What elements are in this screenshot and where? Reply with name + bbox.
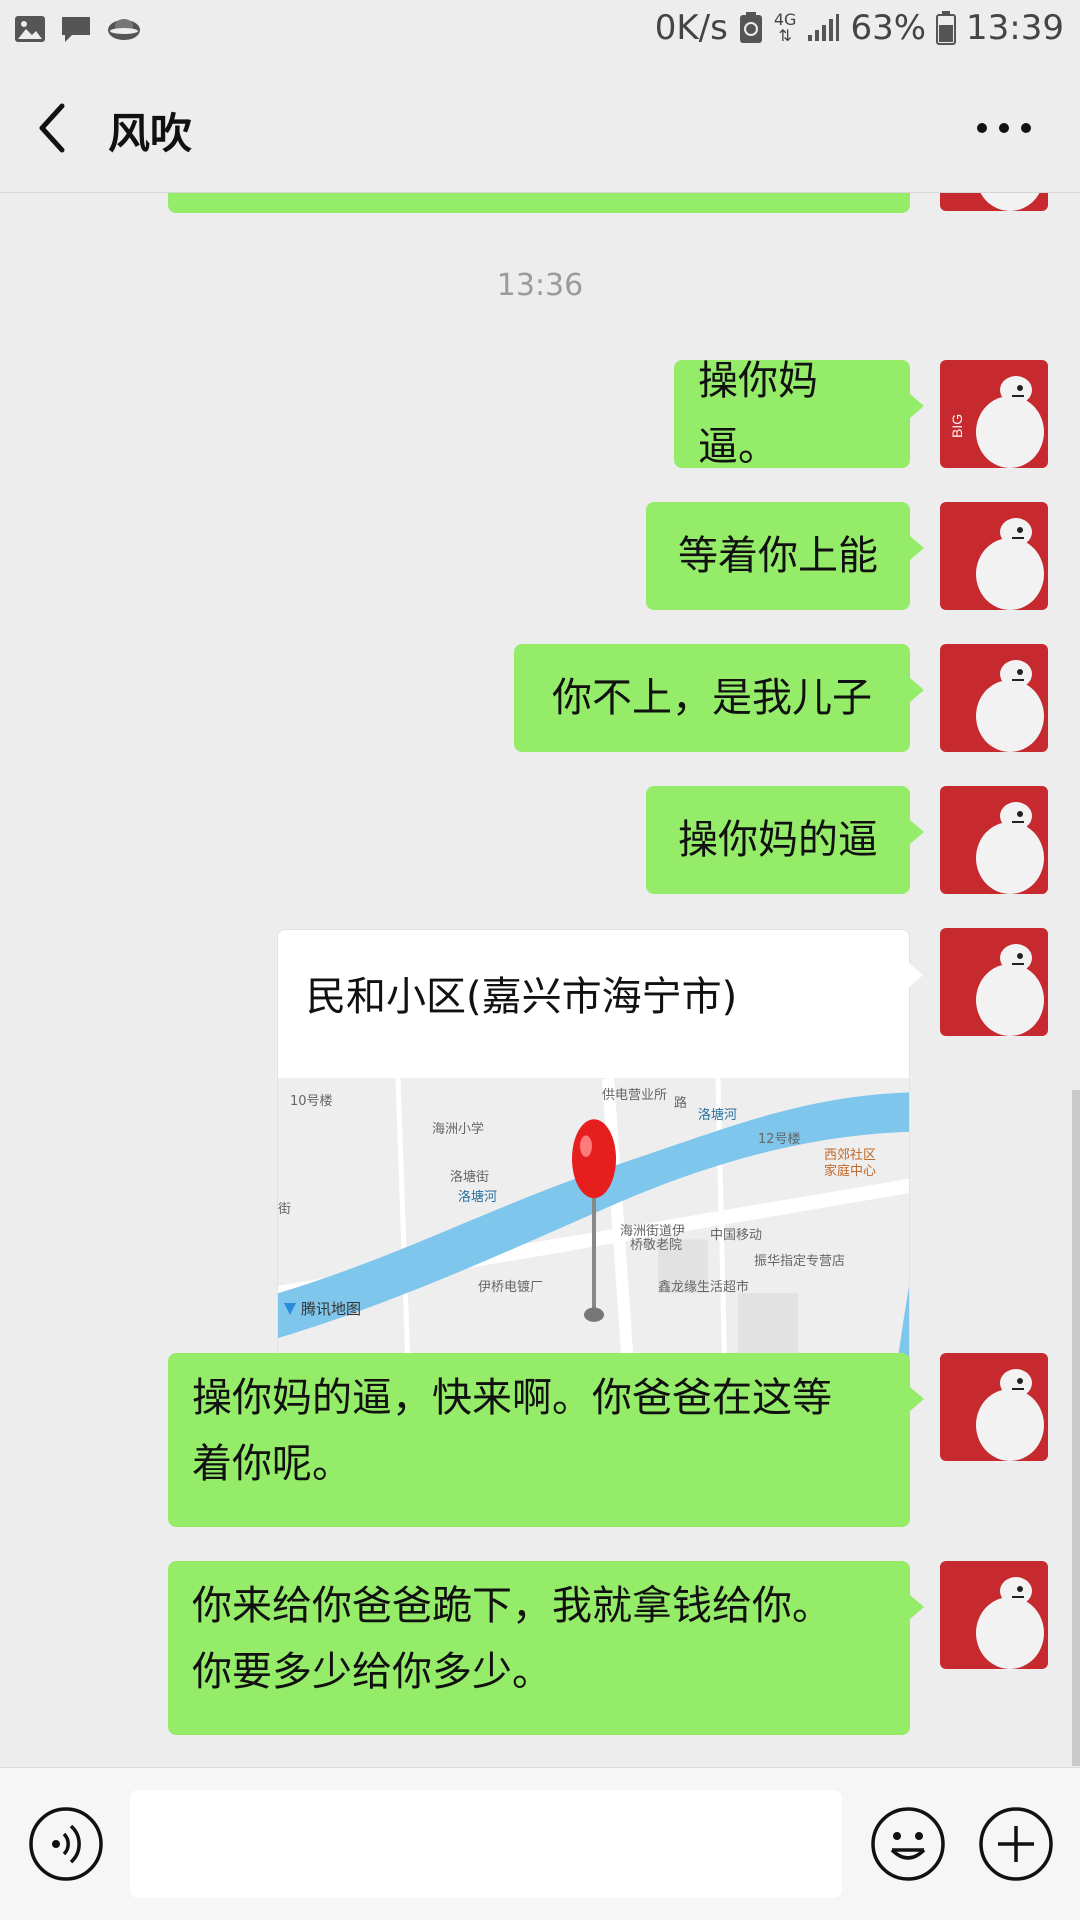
status-bar: 0K/s 4G ⇅ 63% 13:39 (0, 0, 1080, 64)
map-label: 家庭中心 (824, 1164, 877, 1179)
avatar-image (940, 502, 1048, 610)
message-bubble[interactable]: 操你妈逼。 (674, 358, 924, 470)
map-label: 12号楼 (758, 1132, 801, 1147)
avatar-image (940, 644, 1048, 752)
battery-saver-icon (739, 12, 762, 43)
map-label: 路 (674, 1096, 688, 1111)
more-dots-icon[interactable] (976, 122, 1032, 134)
map-label: 10号楼 (290, 1094, 333, 1109)
message-text-line: 你要多少给你多少。 (192, 1649, 552, 1695)
avatar[interactable] (940, 644, 1048, 752)
avatar-image: BIG (940, 360, 1048, 468)
avatar[interactable] (940, 1353, 1048, 1461)
battery-icon (936, 11, 957, 45)
map-label: 洛塘河 (698, 1108, 738, 1123)
avatar-image (940, 1561, 1048, 1669)
emoji-icon[interactable] (870, 1806, 946, 1882)
data-arrows-icon: ⇅ (778, 26, 792, 45)
message-text-line: 你来给你爸爸跪下，我就拿钱给你。 (192, 1583, 832, 1629)
map-label: 振华指定专营店 (754, 1254, 846, 1269)
nav-bar: 风吹 (0, 64, 1080, 192)
plus-icon[interactable] (978, 1806, 1054, 1882)
message-text: 操你妈逼。 (698, 358, 818, 470)
clock: 13:39 (966, 8, 1064, 48)
timestamp: 13:36 (496, 268, 584, 303)
map-label: 桥敬老院 (630, 1238, 683, 1253)
message-bubble[interactable]: 等着你上能 (646, 502, 924, 610)
message-bubble[interactable]: 操你妈的逼 (646, 786, 924, 894)
avatar[interactable]: BIG (940, 360, 1048, 468)
message-text: 操你妈的逼 (678, 817, 878, 863)
map-label: 海洲小学 (432, 1122, 485, 1137)
signal-icon (808, 14, 840, 41)
map-label: 供电营业所 (602, 1088, 668, 1103)
message-input[interactable] (130, 1790, 842, 1898)
location-name: 民和小区(嘉兴市海宁市) (306, 974, 738, 1020)
avatar-image (940, 928, 1048, 1036)
avatar-image (940, 1353, 1048, 1461)
avatar[interactable] (940, 786, 1048, 894)
map-label: 中国移动 (710, 1228, 763, 1243)
message-bubble[interactable]: 你不上，是我儿子 (514, 644, 924, 752)
status-bar-notifications (14, 14, 142, 44)
map-label: 洛塘街 (450, 1170, 490, 1185)
chevron-left-icon[interactable] (34, 98, 74, 158)
cloud-app-icon (108, 19, 140, 40)
voice-icon[interactable] (28, 1806, 104, 1882)
battery-percent: 63% (850, 8, 927, 48)
message-text-line: 着你呢。 (192, 1441, 352, 1487)
status-bar-right: 0K/s 4G ⇅ 63% 13:39 (655, 8, 1064, 48)
map-label: 鑫龙缘生活超市 (658, 1280, 750, 1295)
chat-scrollbar[interactable] (1072, 1090, 1080, 1766)
chat-title: 风吹 (108, 109, 193, 158)
input-bar (0, 1767, 1080, 1920)
message-bubble[interactable]: 操你妈的逼，快来啊。你爸爸在这等 着你呢。 (168, 1353, 924, 1527)
message-text: 你不上，是我儿子 (552, 675, 872, 721)
location-card-arrow (909, 963, 923, 987)
svg-text:BIG: BIG (949, 414, 965, 438)
net-speed: 0K/s (654, 8, 728, 48)
map-brand: 腾讯地图 (282, 1298, 361, 1319)
avatar[interactable] (940, 502, 1048, 610)
message-bubble[interactable]: 你来给你爸爸跪下，我就拿钱给你。 你要多少给你多少。 (168, 1561, 924, 1735)
tencent-map-logo-icon (284, 1302, 296, 1315)
network-type: 4G ⇅ (773, 10, 797, 45)
avatar-image (940, 786, 1048, 894)
previous-message-bubble[interactable] (168, 193, 910, 213)
message-icon (62, 17, 90, 42)
message-text-line: 操你妈的逼，快来啊。你爸爸在这等 (192, 1375, 832, 1421)
message-text: 等着你上能 (678, 533, 878, 579)
gallery-icon (15, 16, 45, 42)
map-label: 街 (278, 1202, 292, 1217)
map-label: 伊桥电镀厂 (478, 1280, 544, 1295)
avatar-image (940, 193, 1048, 211)
avatar[interactable] (940, 928, 1048, 1036)
chat-area[interactable]: 13:36 操你妈逼。 BIG 等着你上能 你不上，是我儿子 操你妈的逼 民和小… (0, 193, 1080, 1767)
avatar[interactable] (940, 1561, 1048, 1669)
avatar[interactable] (940, 193, 1048, 211)
map-label: 洛塘河 (458, 1190, 498, 1205)
